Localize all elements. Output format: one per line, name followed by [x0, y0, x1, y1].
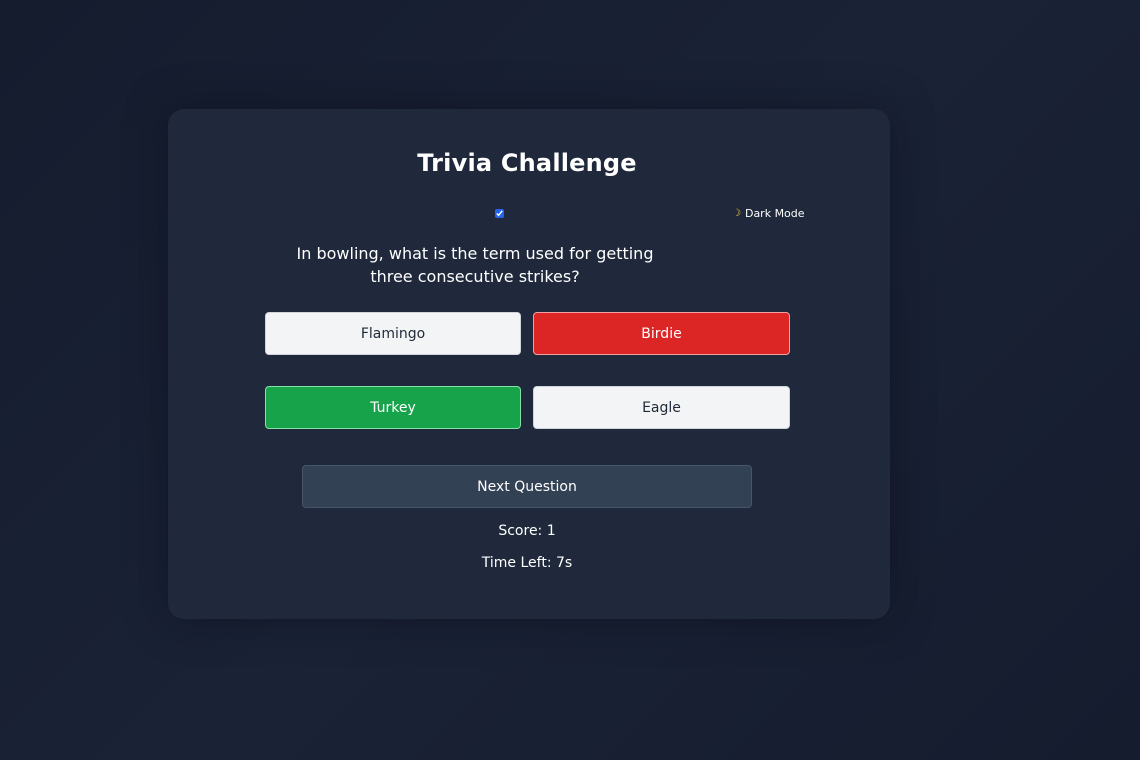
- dark-mode-label-text: Dark Mode: [744, 207, 805, 220]
- time-left-text: Time Left: 7s: [481, 555, 573, 571]
- moon-icon: ☽: [732, 207, 741, 219]
- answer-button-flamingo[interactable]: Flamingo: [265, 312, 521, 355]
- quiz-card: Trivia Challenge ☽ Dark Mode In bowling,…: [168, 109, 890, 619]
- quiz-title: Trivia Challenge: [417, 149, 637, 177]
- question-text: In bowling, what is the term used for ge…: [296, 244, 654, 286]
- dark-mode-label[interactable]: ☽ Dark Mode: [732, 207, 805, 220]
- next-question-button[interactable]: Next Question: [302, 465, 752, 508]
- answer-button-birdie[interactable]: Birdie: [533, 312, 790, 355]
- answer-grid: Flamingo Birdie Turkey Eagle: [265, 312, 790, 429]
- answer-button-turkey[interactable]: Turkey: [265, 386, 521, 429]
- dark-mode-checkbox[interactable]: [495, 209, 504, 218]
- answer-button-eagle[interactable]: Eagle: [533, 386, 790, 429]
- score-text: Score: 1: [498, 523, 556, 539]
